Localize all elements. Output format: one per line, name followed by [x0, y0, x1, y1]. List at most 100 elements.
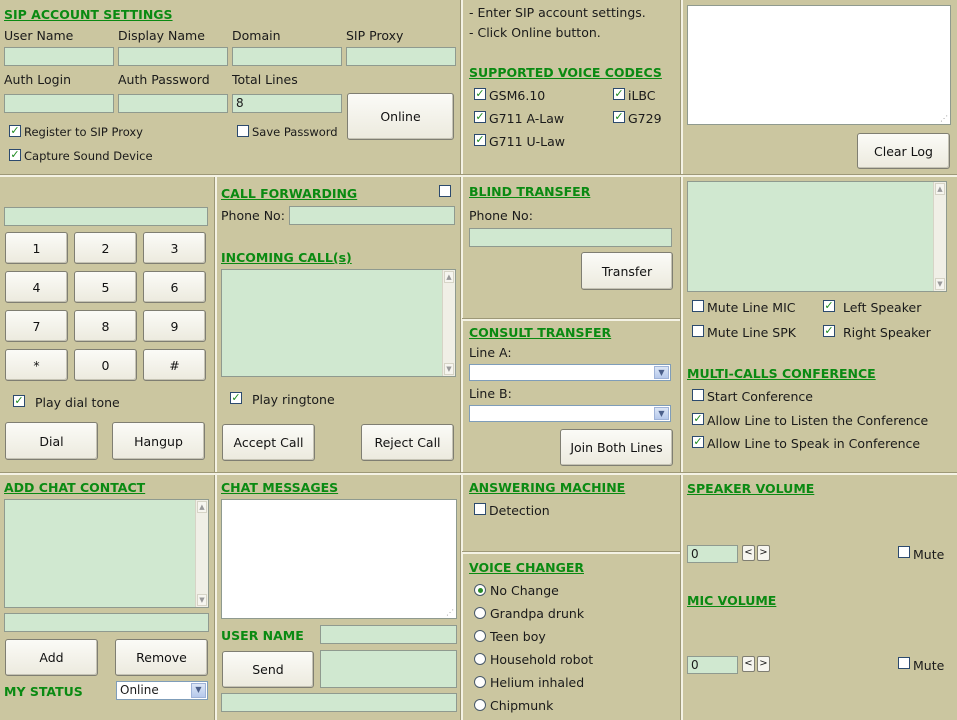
transfer-button[interactable]: Transfer [581, 252, 673, 290]
codec-g711a-checkbox[interactable]: ✓ [474, 111, 486, 123]
codec-g711u-checkbox[interactable]: ✓ [474, 134, 486, 146]
sip-proxy-input[interactable] [346, 47, 456, 66]
speaker-mute-checkbox[interactable] [898, 546, 910, 558]
codec-g729-checkbox[interactable]: ✓ [613, 111, 625, 123]
dialpad-key[interactable]: 6 [143, 271, 206, 303]
chevron-down-icon[interactable]: ▼ [191, 683, 206, 698]
play-dial-tone-label: Play dial tone [35, 395, 120, 410]
mic-volume-decrease[interactable]: < [742, 656, 755, 672]
scrollbar[interactable]: ▲ ▼ [933, 182, 946, 291]
dialpad-key[interactable]: 4 [5, 271, 68, 303]
status-select[interactable]: Online ▼ [116, 681, 208, 700]
log-textarea[interactable]: ⋰ [687, 5, 951, 125]
chat-messages-area[interactable]: ⋰ [221, 499, 457, 619]
detection-checkbox[interactable] [474, 503, 486, 515]
codec-gsm-label: GSM6.10 [489, 88, 546, 103]
accept-call-button[interactable]: Accept Call [222, 424, 315, 461]
mic-volume-increase[interactable]: > [757, 656, 770, 672]
add-contact-button[interactable]: Add [5, 639, 98, 676]
voice-option-label: Chipmunk [490, 698, 554, 713]
chat-contact-list[interactable]: ▲ ▼ [4, 499, 209, 608]
blind-phone-label: Phone No: [469, 208, 533, 223]
auth-password-input[interactable] [118, 94, 228, 113]
display-name-label: Display Name [118, 28, 205, 43]
scrollbar[interactable]: ▲ ▼ [442, 270, 455, 376]
dialpad-key[interactable]: # [143, 349, 206, 381]
allow-listen-checkbox[interactable]: ✓ [692, 413, 704, 425]
dialpad-key[interactable]: 5 [74, 271, 137, 303]
user-name-label: User Name [4, 28, 74, 43]
voice-option-radio[interactable] [474, 584, 486, 596]
remove-contact-button[interactable]: Remove [115, 639, 208, 676]
scroll-down-icon[interactable]: ▼ [197, 594, 207, 606]
voice-option-label: Teen boy [490, 629, 546, 644]
dialpad-key[interactable]: 7 [5, 310, 68, 342]
right-speaker-checkbox[interactable]: ✓ [823, 325, 835, 337]
scroll-up-icon[interactable]: ▲ [197, 501, 207, 513]
voice-option-radio[interactable] [474, 607, 486, 619]
speaker-volume-input[interactable]: 0 [687, 545, 738, 563]
play-dial-tone-checkbox[interactable]: ✓ [13, 395, 25, 407]
mute-line-mic-checkbox[interactable] [692, 300, 704, 312]
line-a-select[interactable]: ▼ [469, 364, 671, 381]
save-password-checkbox[interactable] [237, 125, 249, 137]
lines-list[interactable]: ▲ ▼ [687, 181, 947, 292]
chat-contact-input[interactable] [4, 613, 209, 632]
codec-gsm-checkbox[interactable]: ✓ [474, 88, 486, 100]
send-button[interactable]: Send [222, 651, 314, 688]
voice-option-radio[interactable] [474, 699, 486, 711]
call-forwarding-checkbox[interactable] [439, 185, 451, 197]
register-checkbox[interactable]: ✓ [9, 125, 21, 137]
scroll-up-icon[interactable]: ▲ [935, 183, 945, 195]
forward-phone-input[interactable] [289, 206, 455, 225]
domain-input[interactable] [232, 47, 342, 66]
scrollbar[interactable]: ▲ ▼ [195, 500, 208, 607]
blind-phone-input[interactable] [469, 228, 672, 247]
allow-speak-checkbox[interactable]: ✓ [692, 436, 704, 448]
chat-user-name-input[interactable] [320, 625, 457, 644]
consult-transfer-title: CONSULT TRANSFER [469, 325, 612, 340]
dialpad-key[interactable]: 3 [143, 232, 206, 264]
start-conference-checkbox[interactable] [692, 389, 704, 401]
incoming-calls-list[interactable]: ▲ ▼ [221, 269, 456, 377]
chat-status-input[interactable] [221, 693, 457, 712]
display-name-input[interactable] [118, 47, 228, 66]
answering-machine-title: ANSWERING MACHINE [469, 480, 626, 495]
online-button[interactable]: Online [347, 93, 454, 140]
voice-option-radio[interactable] [474, 676, 486, 688]
dialpad-key[interactable]: 2 [74, 232, 137, 264]
codec-ilbc-checkbox[interactable]: ✓ [613, 88, 625, 100]
mic-mute-checkbox[interactable] [898, 657, 910, 669]
voice-option-radio[interactable] [474, 630, 486, 642]
dialpad-key[interactable]: 1 [5, 232, 68, 264]
speaker-volume-increase[interactable]: > [757, 545, 770, 561]
chevron-down-icon[interactable]: ▼ [654, 366, 669, 379]
dialpad-key[interactable]: 9 [143, 310, 206, 342]
chat-message-input[interactable] [320, 650, 457, 688]
total-lines-input[interactable]: 8 [232, 94, 342, 113]
speaker-volume-decrease[interactable]: < [742, 545, 755, 561]
dialpad-key[interactable]: 8 [74, 310, 137, 342]
dialpad-key[interactable]: 0 [74, 349, 137, 381]
left-speaker-checkbox[interactable]: ✓ [823, 300, 835, 312]
join-both-lines-button[interactable]: Join Both Lines [560, 429, 673, 466]
resize-grip-icon: ⋰ [940, 114, 948, 123]
mute-line-spk-checkbox[interactable] [692, 325, 704, 337]
scroll-down-icon[interactable]: ▼ [444, 363, 454, 375]
clear-log-button[interactable]: Clear Log [857, 133, 950, 169]
mic-volume-input[interactable]: 0 [687, 656, 738, 674]
capture-checkbox[interactable]: ✓ [9, 149, 21, 161]
user-name-input[interactable] [4, 47, 114, 66]
scroll-down-icon[interactable]: ▼ [935, 278, 945, 290]
voice-option-radio[interactable] [474, 653, 486, 665]
play-ringtone-checkbox[interactable]: ✓ [230, 392, 242, 404]
dial-number-input[interactable] [4, 207, 208, 226]
auth-login-input[interactable] [4, 94, 114, 113]
line-b-select[interactable]: ▼ [469, 405, 671, 422]
dial-button[interactable]: Dial [5, 422, 98, 460]
chevron-down-icon[interactable]: ▼ [654, 407, 669, 420]
reject-call-button[interactable]: Reject Call [361, 424, 454, 461]
dialpad-key[interactable]: * [5, 349, 68, 381]
scroll-up-icon[interactable]: ▲ [444, 271, 454, 283]
hangup-button[interactable]: Hangup [112, 422, 205, 460]
